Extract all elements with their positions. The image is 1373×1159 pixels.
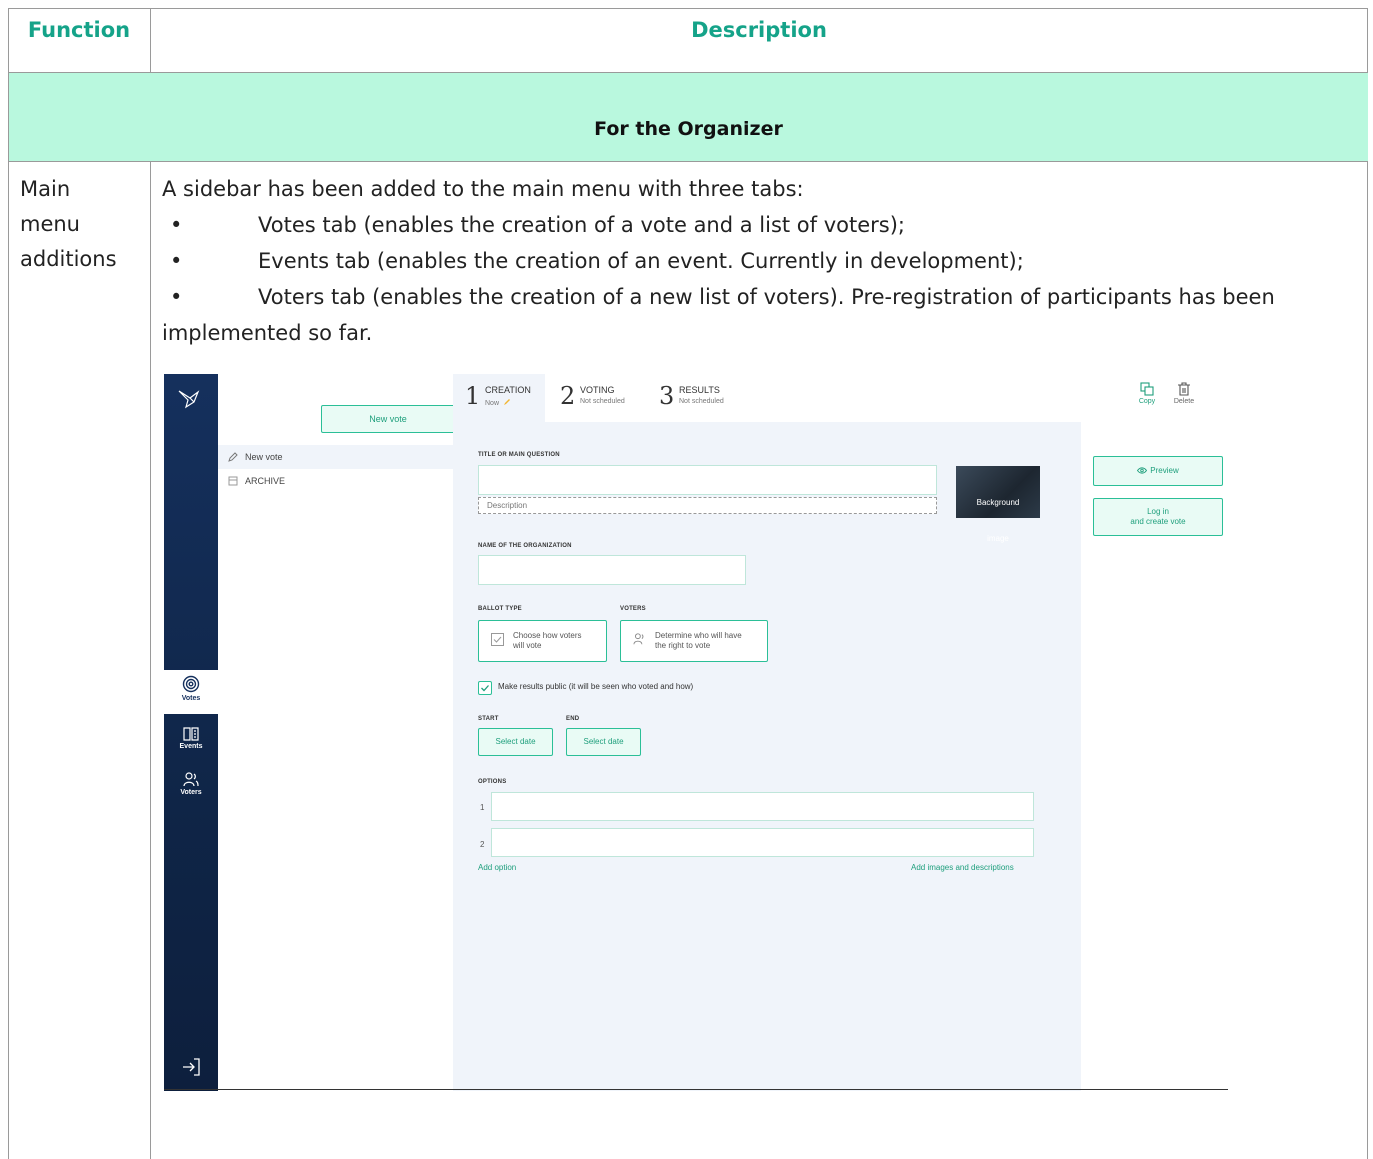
- bullet-item: Voters tab (enables the creation of a ne…: [162, 279, 1362, 315]
- panel-item-new-vote[interactable]: New vote: [218, 445, 453, 469]
- logout-icon[interactable]: [181, 1058, 201, 1076]
- end-date-button[interactable]: Select date: [566, 728, 641, 756]
- row-divider-section: [8, 161, 1368, 162]
- function-line: Main: [20, 177, 71, 201]
- sidebar-rail: Votes Events Voters: [164, 374, 218, 1091]
- eye-icon: [1137, 467, 1148, 474]
- option-input-1[interactable]: [491, 792, 1034, 821]
- ballot-type-button[interactable]: Choose how voters will vote: [478, 620, 607, 662]
- panel-item-archive[interactable]: ARCHIVE: [218, 469, 453, 493]
- start-date-button[interactable]: Select date: [478, 728, 553, 756]
- rail-nav-label: Events: [179, 743, 203, 750]
- section-row: For the Organizer: [9, 73, 1368, 161]
- step-sub: Now: [485, 398, 511, 407]
- step-results[interactable]: 3 RESULTS Not scheduled: [659, 382, 759, 422]
- description-continuation: implemented so far.: [162, 321, 373, 345]
- column-divider-body: [150, 162, 151, 1159]
- users-icon: [633, 633, 644, 645]
- pencil-icon: [228, 452, 238, 462]
- preview-label: Preview: [1150, 466, 1179, 475]
- step-voting[interactable]: 2 VOTING Not scheduled: [560, 382, 660, 422]
- vote-form: TITLE OR MAIN QUESTION Description Backg…: [453, 422, 1081, 1091]
- table-border-right: [1367, 8, 1368, 1159]
- voters-label: VOTERS: [620, 606, 646, 612]
- step-creation[interactable]: 1 CREATION Now: [453, 374, 545, 424]
- step-label: VOTING: [580, 385, 615, 395]
- login-create-vote-label: Log in and create vote: [1130, 507, 1186, 526]
- description-input[interactable]: Description: [478, 497, 937, 514]
- new-vote-button[interactable]: New vote: [321, 405, 455, 433]
- book-icon: [183, 727, 199, 741]
- title-input[interactable]: [478, 465, 937, 495]
- copy-button[interactable]: Copy: [1132, 382, 1162, 405]
- step-label: RESULTS: [679, 385, 720, 395]
- header-function: Function: [27, 18, 131, 42]
- checkbox-icon: [491, 633, 504, 646]
- public-results-label: Make results public (it will be seen who…: [498, 682, 694, 691]
- voters-button[interactable]: Determine who will have the right to vote: [620, 620, 768, 662]
- description-intro: A sidebar has been added to the main men…: [162, 177, 804, 201]
- target-icon: [182, 675, 200, 693]
- end-label: END: [566, 716, 580, 722]
- step-sub: Not scheduled: [679, 398, 724, 405]
- header-description: Description: [691, 18, 827, 42]
- add-option-link[interactable]: Add option: [478, 863, 516, 872]
- bird-logo-icon: [178, 390, 200, 409]
- organization-input[interactable]: [478, 555, 746, 585]
- step-number: 1: [465, 382, 481, 410]
- function-cell: Main menu additions: [20, 172, 145, 277]
- description-cell: A sidebar has been added to the main men…: [162, 171, 1362, 351]
- login-create-vote-button[interactable]: Log in and create vote: [1093, 498, 1223, 536]
- background-image-label: Background image: [976, 498, 1020, 543]
- rail-nav-voters[interactable]: Voters: [164, 767, 218, 803]
- bullet-item: Votes tab (enables the creation of a vot…: [162, 207, 1362, 243]
- app-screenshot: Votes Events Voters New vote New vote AR…: [164, 374, 1228, 1091]
- rail-nav-label: Voters: [180, 789, 202, 796]
- step-number: 2: [560, 382, 576, 410]
- pencil-icon: [503, 399, 510, 405]
- ballot-type-text: Choose how voters will vote: [513, 631, 582, 650]
- section-title: For the Organizer: [594, 118, 783, 140]
- delete-label: Delete: [1173, 398, 1195, 405]
- trash-icon: [1178, 382, 1190, 396]
- screenshot-bottom-rule: [164, 1089, 1228, 1090]
- add-images-link[interactable]: Add images and descriptions: [911, 863, 1014, 872]
- option-number: 2: [480, 840, 485, 849]
- function-line: additions: [20, 247, 117, 271]
- option-number: 1: [480, 803, 485, 812]
- archive-icon: [228, 476, 238, 486]
- rail-nav-label: Votes: [181, 695, 201, 702]
- users-icon: [183, 772, 199, 787]
- voters-text: Determine who will have the right to vote: [655, 631, 742, 650]
- copy-label: Copy: [1138, 398, 1156, 405]
- background-image-button[interactable]: Background image: [956, 466, 1040, 543]
- panel-item-label: New vote: [245, 452, 283, 462]
- step-tabs: 1 CREATION Now 2 VOTING Not scheduled 3 …: [453, 374, 1093, 424]
- panel-item-label: ARCHIVE: [245, 476, 286, 486]
- org-label: NAME OF THE ORGANIZATION: [478, 543, 572, 549]
- table-border-left: [8, 8, 9, 1159]
- checkbox-box: [478, 681, 492, 695]
- function-line: menu: [20, 212, 80, 236]
- check-icon: [481, 685, 489, 692]
- rail-nav-votes[interactable]: Votes: [164, 670, 218, 714]
- copy-icon: [1140, 382, 1154, 396]
- rail-nav-events[interactable]: Events: [164, 722, 218, 758]
- ballot-type-label: BALLOT TYPE: [478, 606, 522, 612]
- options-label: OPTIONS: [478, 779, 507, 785]
- preview-button[interactable]: Preview: [1093, 456, 1223, 486]
- bullet-item: Events tab (enables the creation of an e…: [162, 243, 1362, 279]
- option-input-2[interactable]: [491, 828, 1034, 857]
- start-label: START: [478, 716, 499, 722]
- step-sub: Not scheduled: [580, 398, 625, 405]
- table-border-top: [8, 8, 1368, 9]
- title-label: TITLE OR MAIN QUESTION: [478, 452, 560, 458]
- delete-button[interactable]: Delete: [1169, 382, 1199, 405]
- step-label: CREATION: [485, 385, 531, 395]
- step-number: 3: [659, 382, 675, 410]
- action-column: Copy Delete Preview Log in and create vot…: [1093, 374, 1228, 1091]
